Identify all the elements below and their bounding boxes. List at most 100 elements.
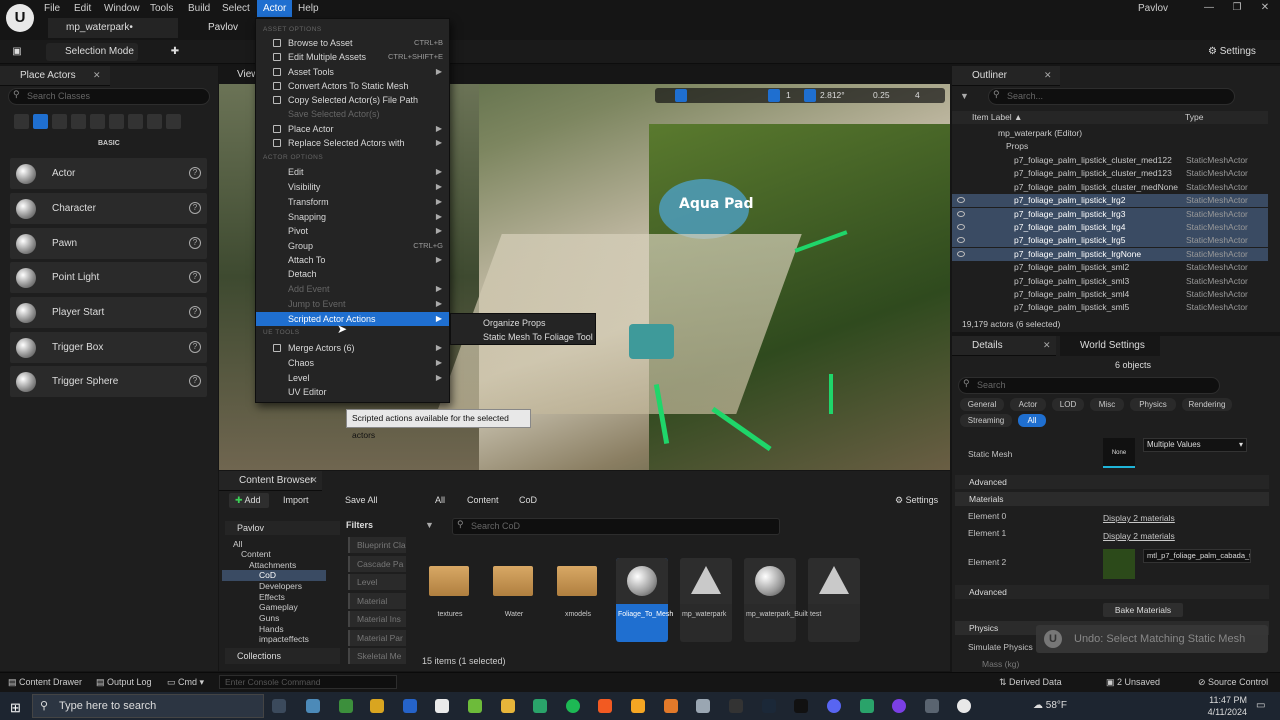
basic-icon[interactable] (33, 114, 48, 129)
outliner-row[interactable]: p7_foliage_palm_lipstick_cluster_med123 S… (952, 167, 1268, 180)
cmd-dropdown[interactable]: ▭ Cmd ▾ (167, 676, 204, 688)
actor-item-actor[interactable]: Actor? (10, 158, 207, 189)
tree-item-impacteffects[interactable]: impacteffects (259, 634, 309, 645)
eye-icon[interactable] (957, 250, 965, 257)
world-settings-tab[interactable]: World Settings (1060, 336, 1160, 356)
volumes-icon[interactable] (147, 114, 162, 129)
actor-item-player-start[interactable]: Player Start? (10, 297, 207, 328)
asset-search-input[interactable]: Search CoD (452, 518, 780, 535)
menu-uv-editor[interactable]: UV Editor (256, 385, 449, 399)
filter-icon[interactable]: ▼ (960, 91, 969, 101)
menu-merge-actors[interactable]: Merge Actors (6) ▶ (256, 341, 449, 355)
outliner-row[interactable]: p7_foliage_palm_lipstick_lrg5 StaticMeshA… (952, 234, 1268, 248)
asset-folder-water[interactable]: Water (487, 558, 539, 642)
minimize-icon[interactable]: — (1196, 2, 1222, 13)
submenu-organize-props[interactable]: Organize Props (451, 316, 595, 330)
menu-transform[interactable]: Transform ▶ (256, 195, 449, 209)
app-icon[interactable] (696, 699, 710, 713)
asset-folder-textures[interactable]: textures (423, 558, 475, 642)
filter-material-instance[interactable]: Material Ins (348, 611, 406, 627)
help-icon[interactable]: ? (189, 306, 201, 318)
steam-icon[interactable] (762, 699, 776, 713)
chip-lod[interactable]: LOD (1052, 398, 1084, 411)
menu-detach[interactable]: Detach (256, 267, 449, 281)
outliner-row[interactable]: p7_foliage_palm_lipstick_cluster_med122 S… (952, 154, 1268, 167)
menu-replace-selected[interactable]: Replace Selected Actors with ▶ (256, 136, 449, 150)
static-mesh-dropdown[interactable]: Multiple Values ▾ (1143, 438, 1247, 452)
filter-material[interactable]: Material (348, 593, 406, 609)
eye-icon[interactable] (957, 224, 965, 230)
crumb-content[interactable]: Content (467, 495, 499, 505)
source-control-button[interactable]: ⊘ Source Control (1198, 676, 1268, 688)
help-icon[interactable]: ? (189, 271, 201, 283)
element0-link[interactable]: Display 2 materials (1103, 513, 1175, 523)
menu-visibility[interactable]: Visibility ▶ (256, 180, 449, 194)
asset-mp-waterpark[interactable]: mp_waterpark (680, 558, 732, 642)
material-thumbnail[interactable] (1103, 549, 1135, 579)
chip-rendering[interactable]: Rendering (1182, 398, 1232, 411)
actor-item-trigger-sphere[interactable]: Trigger Sphere? (10, 366, 207, 397)
lights-icon[interactable] (52, 114, 67, 129)
app-icon[interactable] (860, 699, 874, 713)
maximize-icon[interactable]: ❐ (1224, 2, 1250, 13)
bake-materials-button[interactable]: Bake Materials (1103, 603, 1183, 617)
outliner-search-input[interactable]: Search... (988, 88, 1235, 105)
recent-icon[interactable] (14, 114, 29, 129)
file-explorer-icon[interactable] (501, 699, 515, 713)
spotify-icon[interactable] (566, 699, 580, 713)
actor-item-point-light[interactable]: Point Light? (10, 262, 207, 293)
notes-icon[interactable] (435, 699, 449, 713)
menu-browse-to-asset[interactable]: Browse to Asset CTRL+B (256, 36, 449, 50)
tree-item-guns[interactable]: Guns (259, 613, 279, 624)
grid-snap-icon[interactable] (768, 89, 780, 102)
help-icon[interactable]: ? (189, 341, 201, 353)
tab-level[interactable]: mp_waterpark• (48, 18, 178, 38)
outliner-row[interactable]: p7_foliage_palm_lipstick_sml3 StaticMeshA… (952, 275, 1268, 288)
outliner-row[interactable]: p7_foliage_palm_lipstick_cluster_medNone… (952, 181, 1268, 194)
output-log-button[interactable]: ▤ Output Log (96, 676, 152, 688)
clock-time[interactable]: 11:47 PM (1205, 695, 1247, 705)
menu-group[interactable]: Group CTRL+G (256, 239, 449, 253)
shapes-icon[interactable] (71, 114, 86, 129)
close-tab-icon[interactable]: ✕ (1044, 70, 1052, 81)
collections-header[interactable]: Collections (225, 648, 340, 664)
outliner-row[interactable]: p7_foliage_palm_lipstick_sml5 StaticMeshA… (952, 301, 1268, 314)
menu-scripted-actor-actions[interactable]: Scripted Actor Actions ▶ (256, 312, 449, 326)
crumb-cod[interactable]: CoD (519, 495, 537, 505)
cinematic-icon[interactable] (90, 114, 105, 129)
asset-mp-waterpark-builtdata[interactable]: mp_waterpark_BuiltData (744, 558, 823, 642)
angle-snap-value[interactable]: 2.812° (820, 90, 845, 100)
actor-item-pawn[interactable]: Pawn? (10, 228, 207, 259)
help-icon[interactable]: ? (189, 167, 201, 179)
help-icon[interactable]: ? (189, 202, 201, 214)
crumb-all[interactable]: All (435, 495, 445, 505)
visual-effects-icon[interactable] (109, 114, 124, 129)
menu-snapping[interactable]: Snapping ▶ (256, 210, 449, 224)
edge-icon[interactable] (306, 699, 320, 713)
filter-material-parameter[interactable]: Material Par (348, 630, 406, 646)
add-actor-icon[interactable]: ✚ (164, 43, 186, 61)
menu-window[interactable]: Window (98, 0, 146, 17)
menu-select[interactable]: Select (216, 0, 256, 17)
menu-convert-actors[interactable]: Convert Actors To Static Mesh (256, 79, 449, 93)
tab-project[interactable]: Pavlov Work (190, 18, 260, 53)
unreal-taskbar-icon[interactable] (957, 699, 971, 713)
details-tab[interactable]: Details (952, 336, 1056, 356)
windows-start-icon[interactable]: ⊞ (10, 700, 21, 716)
section-advanced-materials[interactable]: Advanced (955, 585, 1269, 599)
cb-settings-button[interactable]: ⚙ Settings (895, 495, 938, 506)
tree-item-content[interactable]: Content (241, 549, 271, 560)
filter-level[interactable]: Level (348, 574, 406, 590)
nvidia-icon[interactable] (468, 699, 482, 713)
chip-physics[interactable]: Physics (1130, 398, 1176, 411)
menu-help[interactable]: Help (292, 0, 325, 17)
actor-item-character[interactable]: Character? (10, 193, 207, 224)
menu-edit[interactable]: Edit (68, 0, 97, 17)
tree-item-cod[interactable]: CoD (222, 570, 326, 581)
chip-all[interactable]: All (1018, 414, 1046, 427)
section-materials[interactable]: Materials (955, 492, 1269, 506)
vlc-icon[interactable] (370, 699, 384, 713)
taskbar-search-input[interactable]: Type here to search (32, 694, 264, 718)
help-icon[interactable]: ? (189, 375, 201, 387)
actor-item-trigger-box[interactable]: Trigger Box? (10, 332, 207, 363)
